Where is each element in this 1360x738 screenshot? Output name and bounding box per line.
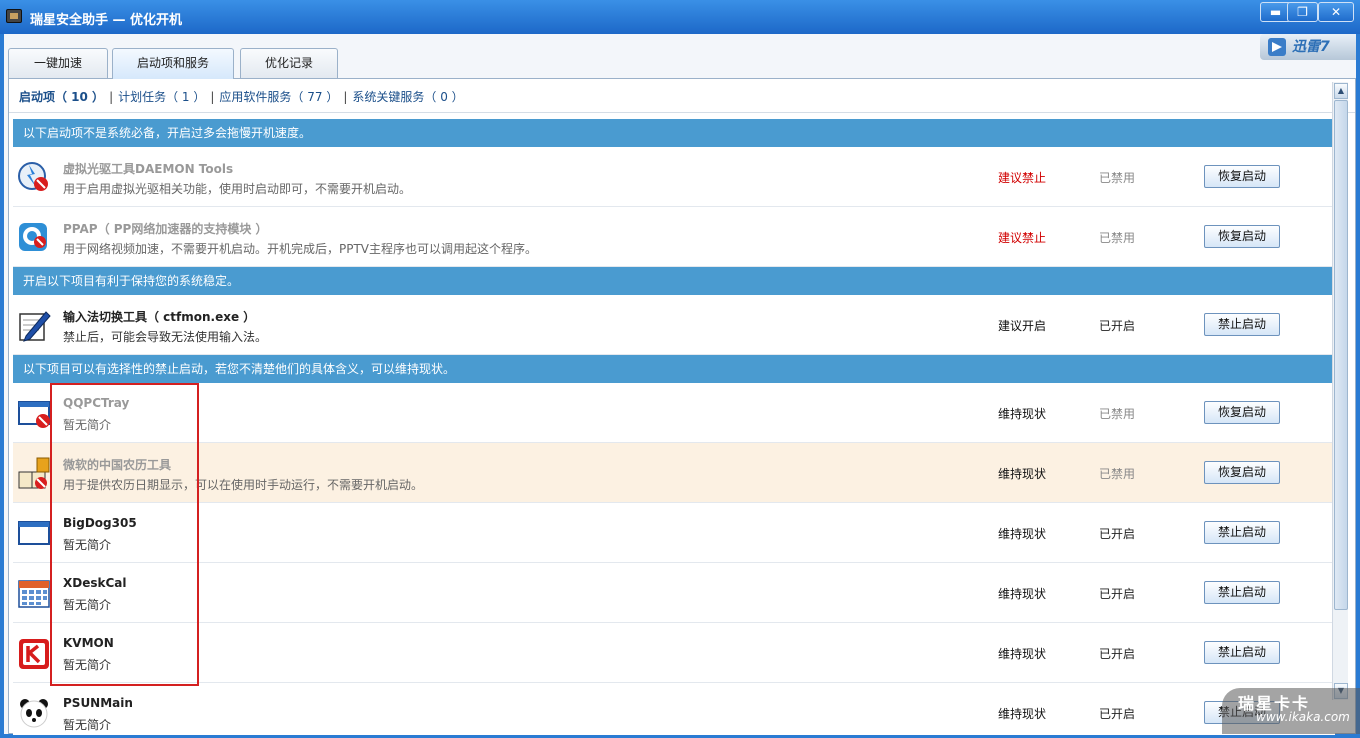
item-description: 暂无简介 <box>63 538 112 552</box>
app-icon <box>6 9 22 23</box>
item-name: BigDog305 <box>63 516 137 530</box>
item-description: 禁止后，可能会导致无法使用输入法。 <box>63 330 268 344</box>
watermark-url: www.ikaka.com <box>1256 710 1350 724</box>
panda-icon <box>20 699 48 728</box>
item-state: 已禁用 <box>1099 407 1136 421</box>
sub-navigation: 启动项（ 10 ） | 计划任务（ 1 ） | 应用软件服务（ 77 ） | 系统关键服务（… <box>9 79 1355 113</box>
pptv-icon <box>19 223 47 251</box>
item-advice: 建议禁止 <box>998 231 1047 245</box>
startup-panel: 启动项（ 10 ） | 计划任务（ 1 ） | 应用软件服务（ 77 ） | 系统关键服务（… <box>8 78 1356 735</box>
startup-row: KVMON 暂无简介 维持现状 已开启 禁止启动 <box>13 623 1335 683</box>
restore-startup-button[interactable]: 恢复启动 <box>1204 461 1280 484</box>
restore-startup-button[interactable]: 恢复启动 <box>1204 401 1280 424</box>
restore-startup-button[interactable]: 恢复启动 <box>1204 165 1280 188</box>
startup-row: PSUNMain 暂无简介 维持现状 已开启 禁止启动 <box>13 683 1335 735</box>
item-advice: 建议开启 <box>998 319 1047 333</box>
calendar-icon <box>18 580 50 608</box>
subnav-system-services[interactable]: 系统关键服务（ 0 ） <box>352 90 463 104</box>
startup-row: BigDog305 暂无简介 维持现状 已开启 禁止启动 <box>13 503 1335 563</box>
item-name: PPAP（ PP网络加速器的支持模块 ） <box>63 222 268 236</box>
item-description: 用于启用虚拟光驱相关功能，使用时启动即可，不需要开机启动。 <box>63 182 412 196</box>
item-name: 微软的中国农历工具 <box>63 458 172 472</box>
subnav-startup-items[interactable]: 启动项（ 10 ） <box>19 90 104 104</box>
daemon-tools-icon <box>18 162 48 191</box>
tab-optimization-log[interactable]: 优化记录 <box>240 48 338 78</box>
item-description: 暂无简介 <box>63 658 112 672</box>
item-advice: 维持现状 <box>998 587 1047 601</box>
xunlei-logo-icon <box>1268 38 1286 56</box>
section-header: 以下启动项不是系统必备，开启过多会拖慢开机速度。 <box>13 119 1335 147</box>
item-state: 已开启 <box>1099 707 1136 721</box>
item-state: 已开启 <box>1099 647 1136 661</box>
subnav-scheduled-tasks[interactable]: 计划任务（ 1 ） <box>118 90 205 104</box>
subnav-separator: | <box>109 90 114 104</box>
restore-startup-button[interactable]: 恢复启动 <box>1204 225 1280 248</box>
item-advice: 维持现状 <box>998 647 1047 661</box>
item-state: 已禁用 <box>1099 231 1136 245</box>
title-bar[interactable]: 瑞星安全助手 — 优化开机 ▬ ❐ ✕ <box>0 0 1360 34</box>
xunlei-promo-button[interactable]: 迅雷7 <box>1260 34 1356 60</box>
item-state: 已禁用 <box>1099 171 1136 185</box>
xunlei-label: 迅雷7 <box>1292 39 1330 55</box>
close-button[interactable]: ✕ <box>1318 2 1354 22</box>
disable-startup-button[interactable]: 禁止启动 <box>1204 521 1280 544</box>
item-state: 已开启 <box>1099 319 1136 333</box>
startup-row: 虚拟光驱工具DAEMON Tools 用于启用虚拟光驱相关功能，使用时启动即可，… <box>13 147 1335 207</box>
section-header: 以下项目可以有选择性的禁止启动，若您不清楚他们的具体含义，可以维持现状。 <box>13 355 1335 383</box>
tab-one-click-speedup[interactable]: 一键加速 <box>8 48 108 78</box>
kaspersky-k-icon <box>19 639 49 669</box>
item-description: 暂无简介 <box>63 718 112 732</box>
rising-watermark: 瑞星卡卡 www.ikaka.com <box>1222 688 1360 734</box>
subnav-separator: | <box>343 90 348 104</box>
section-header: 开启以下项目有利于保持您的系统稳定。 <box>13 267 1335 295</box>
item-description: 暂无简介 <box>63 598 112 612</box>
item-description: 用于网络视频加速，不需要开机启动。开机完成后，PPTV主程序也可以调用起这个程序… <box>63 242 538 256</box>
subnav-separator: | <box>210 90 215 104</box>
window-disabled-icon <box>18 401 50 428</box>
item-advice: 维持现状 <box>998 467 1047 481</box>
main-content: 一键加速 启动项和服务 优化记录 迅雷7 启动项（ 10 ） | 计划任务（ 1 ）… <box>4 34 1356 735</box>
item-name: PSUNMain <box>63 696 133 710</box>
item-name: XDeskCal <box>63 576 127 590</box>
scrollbar-thumb[interactable] <box>1334 100 1348 610</box>
item-name: QQPCTray <box>63 396 130 410</box>
startup-row: XDeskCal 暂无简介 维持现状 已开启 禁止启动 <box>13 563 1335 623</box>
item-state: 已开启 <box>1099 527 1136 541</box>
item-advice: 维持现状 <box>998 407 1047 421</box>
item-state: 已开启 <box>1099 587 1136 601</box>
disable-startup-button[interactable]: 禁止启动 <box>1204 581 1280 604</box>
app-window: 瑞星安全助手 — 优化开机 ▬ ❐ ✕ 一键加速 启动项和服务 优化记录 迅雷7… <box>0 0 1360 738</box>
scroll-up-arrow-icon[interactable]: ▲ <box>1334 83 1348 99</box>
window-title: 瑞星安全助手 — 优化开机 <box>30 13 183 28</box>
maximize-button[interactable]: ❐ <box>1287 2 1318 22</box>
tab-startup-and-services[interactable]: 启动项和服务 <box>112 48 234 79</box>
vertical-scrollbar[interactable]: ▲ ▼ <box>1332 82 1348 700</box>
subnav-app-services[interactable]: 应用软件服务（ 77 ） <box>219 90 338 104</box>
item-name: KVMON <box>63 636 114 650</box>
calendar-book-icon <box>18 457 50 489</box>
startup-row: 输入法切换工具（ ctfmon.exe ） 禁止后，可能会导致无法使用输入法。 … <box>13 295 1335 355</box>
startup-row: PPAP（ PP网络加速器的支持模块 ） 用于网络视频加速，不需要开机启动。开机… <box>13 207 1335 267</box>
item-description: 暂无简介 <box>63 418 112 432</box>
item-state: 已禁用 <box>1099 467 1136 481</box>
item-name: 输入法切换工具（ ctfmon.exe ） <box>63 310 256 324</box>
disable-startup-button[interactable]: 禁止启动 <box>1204 313 1280 336</box>
window-icon <box>18 521 50 545</box>
startup-row: QQPCTray 暂无简介 维持现状 已禁用 恢复启动 <box>13 383 1335 443</box>
item-name: 虚拟光驱工具DAEMON Tools <box>63 162 234 176</box>
item-advice: 建议禁止 <box>998 171 1047 185</box>
item-description: 用于提供农历日期显示，可以在使用时手动运行，不需要开机启动。 <box>63 478 424 492</box>
ime-pen-icon <box>19 311 51 342</box>
startup-list: 以下启动项不是系统必备，开启过多会拖慢开机速度。 虚拟光驱工具DAEMON To… <box>13 119 1335 735</box>
disable-startup-button[interactable]: 禁止启动 <box>1204 641 1280 664</box>
startup-row: 微软的中国农历工具 用于提供农历日期显示，可以在使用时手动运行，不需要开机启动。… <box>13 443 1335 503</box>
item-advice: 维持现状 <box>998 527 1047 541</box>
item-advice: 维持现状 <box>998 707 1047 721</box>
